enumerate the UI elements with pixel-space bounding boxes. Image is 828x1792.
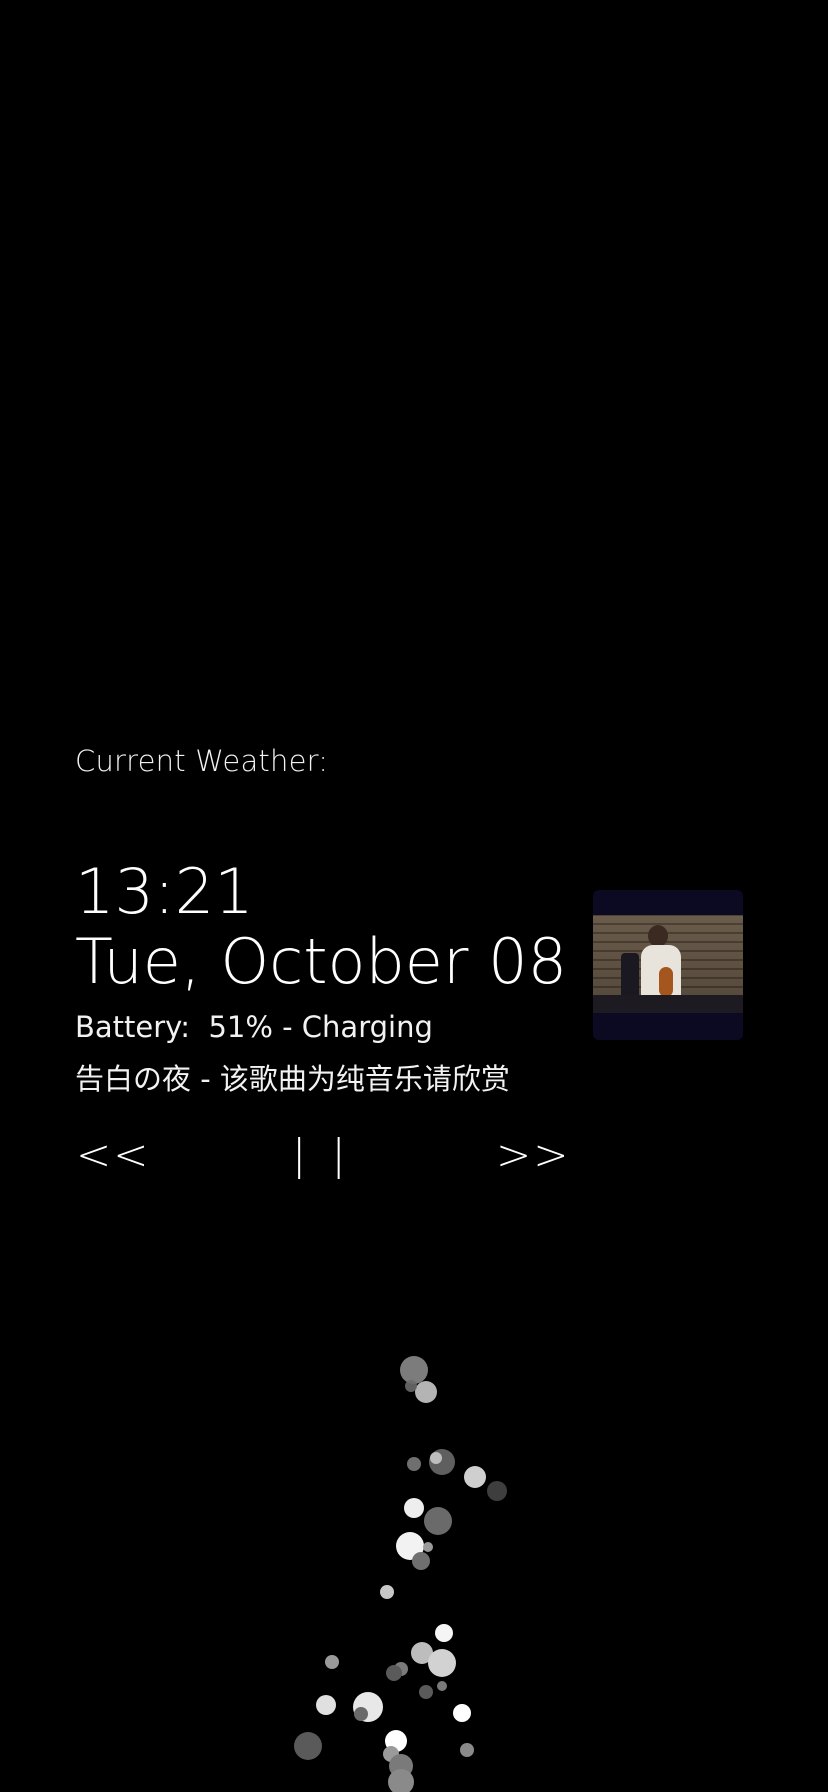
- album-photo: [593, 915, 743, 1013]
- bubble: [430, 1452, 442, 1464]
- bubble: [354, 1707, 368, 1721]
- pause-button[interactable]: | |: [292, 1130, 352, 1179]
- bubble: [464, 1466, 486, 1488]
- bubble: [453, 1704, 471, 1722]
- battery-label: Battery:: [75, 1010, 190, 1044]
- bubble: [394, 1662, 408, 1676]
- bubble: [419, 1685, 433, 1699]
- bubble: [294, 1732, 322, 1760]
- bubble: [412, 1552, 430, 1570]
- album-figure-head: [648, 925, 668, 947]
- bubble: [383, 1746, 399, 1762]
- bubble: [325, 1655, 339, 1669]
- previous-track-button[interactable]: <<: [76, 1130, 150, 1179]
- battery-status: Battery: 51% - Charging: [75, 1010, 433, 1044]
- bubble: [423, 1542, 433, 1552]
- clock-date: Tue, October 08: [75, 925, 568, 998]
- bubble: [437, 1681, 447, 1691]
- bubble: [429, 1449, 455, 1475]
- bubble: [415, 1381, 437, 1403]
- bubble: [316, 1695, 336, 1715]
- bubble: [386, 1665, 402, 1681]
- bubble: [400, 1356, 428, 1384]
- bubble: [380, 1585, 394, 1599]
- next-track-button[interactable]: >>: [496, 1130, 570, 1179]
- bubble: [424, 1507, 452, 1535]
- bubble: [435, 1624, 453, 1642]
- battery-spacer: [190, 1010, 208, 1044]
- now-playing-title: 告白の夜 - 该歌曲为纯音乐请欣赏: [75, 1062, 510, 1096]
- clock-time: 13:21: [75, 855, 254, 928]
- bubble: [404, 1498, 424, 1518]
- bubble: [407, 1457, 421, 1471]
- album-floor: [593, 995, 743, 1013]
- weather-label: Current Weather:: [75, 744, 329, 778]
- bubble: [405, 1380, 417, 1392]
- battery-value: 51% - Charging: [208, 1010, 433, 1044]
- bubble: [388, 1769, 414, 1792]
- bubble: [428, 1649, 456, 1677]
- album-art-icon[interactable]: [593, 890, 743, 1040]
- bubble: [385, 1730, 407, 1752]
- bubble: [460, 1743, 474, 1757]
- album-violin: [659, 967, 673, 997]
- bubble: [353, 1692, 383, 1722]
- bubble: [396, 1532, 424, 1560]
- bubble: [389, 1754, 413, 1778]
- bubble-group: [294, 1356, 507, 1792]
- lock-screen: Current Weather: 13:21 Tue, October 08 B…: [0, 0, 828, 1792]
- bubble: [487, 1481, 507, 1501]
- bubble: [411, 1642, 433, 1664]
